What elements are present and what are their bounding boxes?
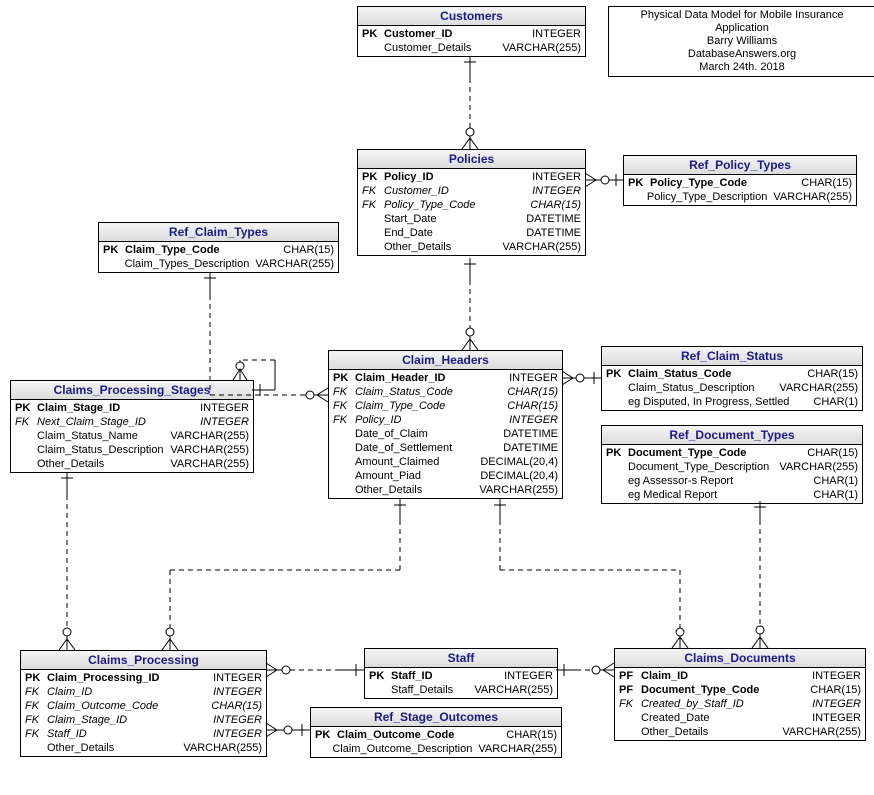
- entity-column: FKCustomer_IDINTEGER: [358, 184, 585, 198]
- entity-column: PKStaff_IDINTEGER: [365, 669, 557, 683]
- entity-column: FKClaim_Status_CodeCHAR(15): [329, 385, 562, 399]
- entity-column: Claim_Outcome_DescriptionVARCHAR(255): [311, 742, 561, 756]
- entity-column: Start_DateDATETIME: [358, 212, 585, 226]
- entity-column: Policy_Type_DescriptionVARCHAR(255): [624, 190, 856, 204]
- entity-column: FKClaim_IDINTEGER: [21, 685, 266, 699]
- entity-column: eg Assessor-s ReportCHAR(1): [602, 474, 862, 488]
- entity-title: Claims_Processing: [21, 651, 266, 670]
- info-line: Physical Data Model for Mobile Insurance…: [615, 9, 869, 35]
- entity-ref-document-types: Ref_Document_Types PKDocument_Type_CodeC…: [601, 425, 863, 504]
- entity-column: PFClaim_IDINTEGER: [615, 669, 865, 683]
- entity-column: PKClaim_Processing_IDINTEGER: [21, 671, 266, 685]
- entity-column: Staff_DetailsVARCHAR(255): [365, 683, 557, 697]
- entity-column: FKStaff_IDINTEGER: [21, 727, 266, 741]
- entity-policies: Policies PKPolicy_IDINTEGERFKCustomer_ID…: [357, 149, 586, 256]
- info-line: DatabaseAnswers.org: [615, 48, 869, 61]
- entity-title: Policies: [358, 150, 585, 169]
- entity-claims-processing: Claims_Processing PKClaim_Processing_IDI…: [20, 650, 267, 757]
- entity-column: Claim_Status_NameVARCHAR(255): [11, 429, 253, 443]
- erd-canvas: Physical Data Model for Mobile Insurance…: [0, 0, 874, 795]
- entity-column: Other_DetailsVARCHAR(255): [358, 240, 585, 254]
- entity-title: Ref_Policy_Types: [624, 156, 856, 175]
- entity-column: FKPolicy_Type_CodeCHAR(15): [358, 198, 585, 212]
- entity-ref-stage-outcomes: Ref_Stage_Outcomes PKClaim_Outcome_CodeC…: [310, 707, 562, 758]
- entity-column: Created_DateINTEGER: [615, 711, 865, 725]
- entity-title: Staff: [365, 649, 557, 668]
- info-box: Physical Data Model for Mobile Insurance…: [608, 6, 874, 77]
- entity-column: FKCreated_by_Staff_IDINTEGER: [615, 697, 865, 711]
- entity-claim-headers: Claim_Headers PKClaim_Header_IDINTEGERFK…: [328, 350, 563, 499]
- entity-column: Claim_Types_DescriptionVARCHAR(255): [99, 257, 338, 271]
- entity-column: PKCustomer_IDINTEGER: [358, 27, 585, 41]
- entity-column: FKClaim_Type_CodeCHAR(15): [329, 399, 562, 413]
- entity-column: PKDocument_Type_CodeCHAR(15): [602, 446, 862, 460]
- entity-title: Ref_Document_Types: [602, 426, 862, 445]
- info-line: Barry Williams: [615, 35, 869, 48]
- entity-title: Ref_Stage_Outcomes: [311, 708, 561, 727]
- entity-column: Date_of_ClaimDATETIME: [329, 427, 562, 441]
- entity-column: FKClaim_Outcome_CodeCHAR(15): [21, 699, 266, 713]
- entity-title: Claims_Processing_Stages: [11, 381, 253, 400]
- entity-claims-documents: Claims_Documents PFClaim_IDINTEGERPFDocu…: [614, 648, 866, 741]
- entity-title: Customers: [358, 7, 585, 26]
- entity-column: PKClaim_Status_CodeCHAR(15): [602, 367, 862, 381]
- entity-column: FKNext_Claim_Stage_IDINTEGER: [11, 415, 253, 429]
- entity-column: eg Medical ReportCHAR(1): [602, 488, 862, 502]
- entity-column: PKClaim_Header_IDINTEGER: [329, 371, 562, 385]
- entity-column: End_DateDATETIME: [358, 226, 585, 240]
- entity-column: PKClaim_Stage_IDINTEGER: [11, 401, 253, 415]
- entity-customers: Customers PKCustomer_IDINTEGERCustomer_D…: [357, 6, 586, 57]
- entity-title: Ref_Claim_Status: [602, 347, 862, 366]
- entity-ref-claim-types: Ref_Claim_Types PKClaim_Type_CodeCHAR(15…: [98, 222, 339, 273]
- entity-column: Claim_Status_DescriptionVARCHAR(255): [11, 443, 253, 457]
- entity-column: FKClaim_Stage_IDINTEGER: [21, 713, 266, 727]
- entity-column: PKClaim_Type_CodeCHAR(15): [99, 243, 338, 257]
- entity-title: Claim_Headers: [329, 351, 562, 370]
- entity-column: PFDocument_Type_CodeCHAR(15): [615, 683, 865, 697]
- entity-column: eg Disputed, In Progress, SettledCHAR(1): [602, 395, 862, 409]
- entity-column: Date_of_SettlementDATETIME: [329, 441, 562, 455]
- entity-column: Other_DetailsVARCHAR(255): [21, 741, 266, 755]
- entity-column: Amount_PiadDECIMAL(20,4): [329, 469, 562, 483]
- entity-column: Other_DetailsVARCHAR(255): [11, 457, 253, 471]
- entity-staff: Staff PKStaff_IDINTEGERStaff_DetailsVARC…: [364, 648, 558, 699]
- entity-column: Other_DetailsVARCHAR(255): [329, 483, 562, 497]
- entity-claims-processing-stages: Claims_Processing_Stages PKClaim_Stage_I…: [10, 380, 254, 473]
- entity-column: Claim_Status_DescriptionVARCHAR(255): [602, 381, 862, 395]
- info-line: March 24th. 2018: [615, 61, 869, 74]
- entity-ref-policy-types: Ref_Policy_Types PKPolicy_Type_CodeCHAR(…: [623, 155, 857, 206]
- entity-column: PKPolicy_IDINTEGER: [358, 170, 585, 184]
- entity-column: PKClaim_Outcome_CodeCHAR(15): [311, 728, 561, 742]
- entity-column: FKPolicy_IDINTEGER: [329, 413, 562, 427]
- entity-ref-claim-status: Ref_Claim_Status PKClaim_Status_CodeCHAR…: [601, 346, 863, 411]
- entity-column: Other_DetailsVARCHAR(255): [615, 725, 865, 739]
- entity-title: Claims_Documents: [615, 649, 865, 668]
- entity-column: Document_Type_DescriptionVARCHAR(255): [602, 460, 862, 474]
- entity-title: Ref_Claim_Types: [99, 223, 338, 242]
- entity-column: Customer_DetailsVARCHAR(255): [358, 41, 585, 55]
- entity-column: Amount_ClaimedDECIMAL(20,4): [329, 455, 562, 469]
- entity-column: PKPolicy_Type_CodeCHAR(15): [624, 176, 856, 190]
